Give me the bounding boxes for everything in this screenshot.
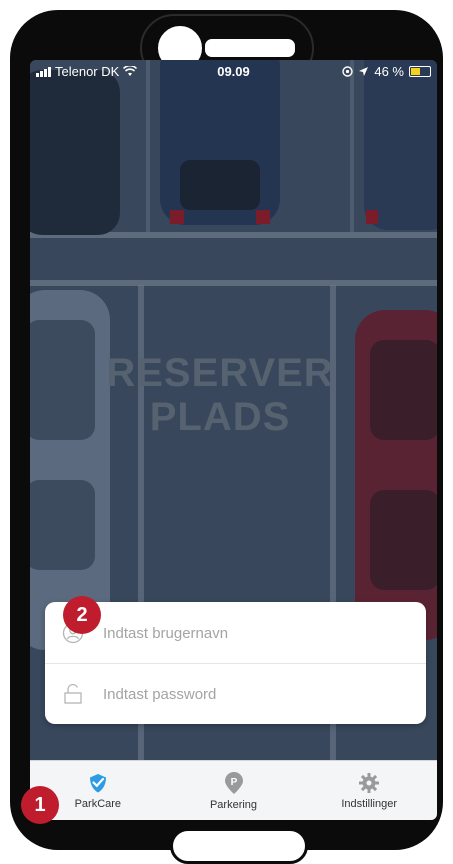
lock-icon bbox=[59, 680, 87, 708]
bottom-tab-bar: ParkCare P Parkering Indstillinger bbox=[30, 760, 437, 820]
battery-percent: 46 % bbox=[374, 64, 404, 79]
status-bar: Telenor DK 09.09 46 % bbox=[30, 60, 437, 84]
parking-pin-icon: P bbox=[224, 772, 243, 794]
tab-parkering[interactable]: P Parkering bbox=[166, 761, 302, 820]
gear-icon bbox=[359, 773, 380, 793]
painted-text-plads: PLADS bbox=[150, 395, 291, 439]
rotation-lock-icon bbox=[342, 66, 354, 77]
location-arrow-icon bbox=[359, 67, 369, 76]
svg-text:P: P bbox=[230, 777, 237, 788]
tab-label-indstillinger: Indstillinger bbox=[341, 798, 397, 810]
tab-indstillinger[interactable]: Indstillinger bbox=[301, 761, 437, 820]
app-screen: RESERVER PLADS Telenor DK 09.09 46 % Ind… bbox=[30, 60, 437, 820]
username-input[interactable] bbox=[101, 623, 385, 643]
tab-label-parkcare: ParkCare bbox=[74, 798, 122, 810]
status-right: 46 % bbox=[342, 64, 431, 79]
password-input[interactable] bbox=[101, 684, 385, 704]
battery-icon bbox=[409, 66, 431, 77]
speaker-grille bbox=[202, 36, 298, 60]
annotation-badge-1: 1 bbox=[21, 786, 59, 824]
painted-text-reserver: RESERVER bbox=[106, 351, 333, 395]
tab-label-parkering: Parkering bbox=[209, 799, 258, 811]
annotation-badge-2: 2 bbox=[63, 596, 101, 634]
home-button[interactable] bbox=[170, 828, 308, 864]
login-card bbox=[45, 602, 426, 724]
username-row bbox=[45, 603, 426, 663]
password-row bbox=[45, 664, 426, 724]
parkcare-check-icon bbox=[89, 774, 106, 793]
